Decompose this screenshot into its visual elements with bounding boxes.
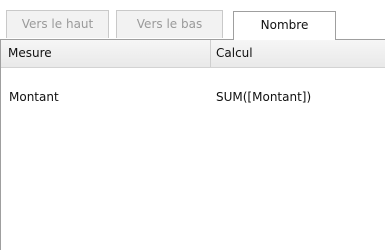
cell-calcul: SUM([Montant]) [216,90,312,104]
column-header-calcul[interactable]: Calcul [211,40,385,67]
measures-panel: Vers le haut Vers le bas Nombre Mesure C… [0,0,385,250]
cell-mesure: Montant [9,90,59,104]
tab-nombre[interactable]: Nombre [233,11,336,40]
tab-vers-le-bas[interactable]: Vers le bas [116,10,223,38]
table-row[interactable]: Montant SUM([Montant]) [1,86,385,108]
column-header-mesure[interactable]: Mesure [1,40,211,67]
tab-strip: Vers le haut Vers le bas Nombre [0,0,385,42]
tab-vers-le-haut[interactable]: Vers le haut [6,10,109,38]
grid-panel: Mesure Calcul Montant SUM([Montant]) [0,39,385,250]
grid-header: Mesure Calcul [1,40,385,68]
